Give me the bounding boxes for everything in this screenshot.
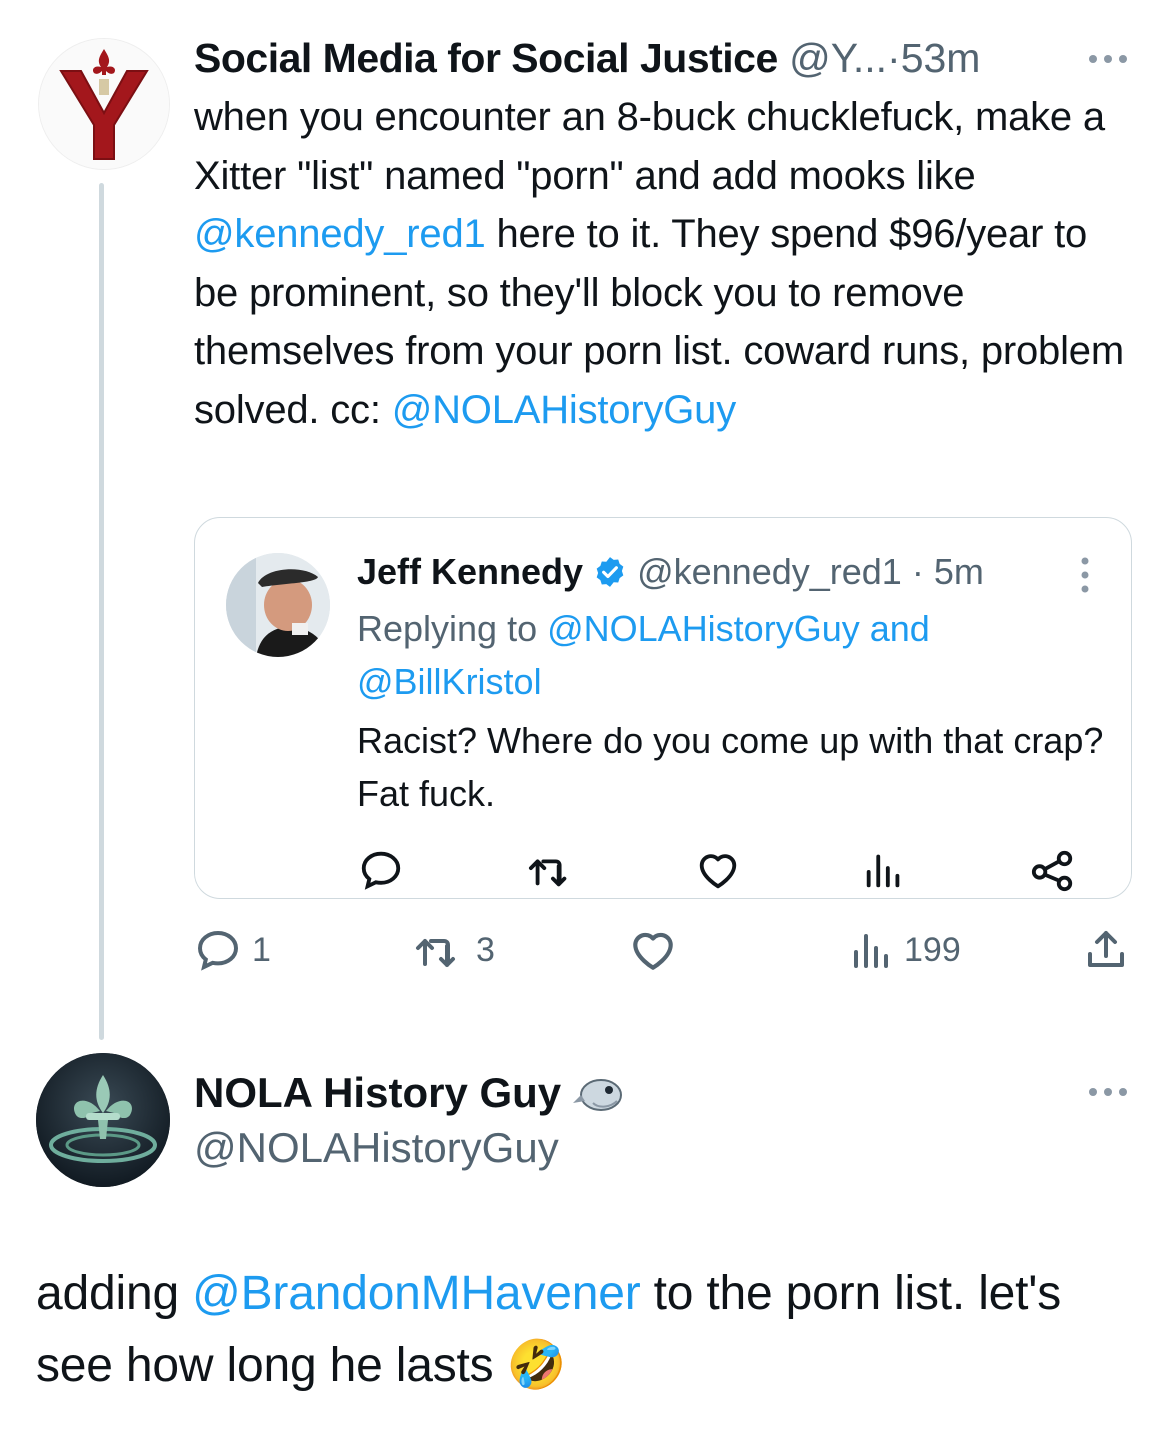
reply-bubble-icon[interactable] <box>358 847 404 893</box>
mention-link[interactable]: @NOLAHistoryGuy <box>392 388 737 432</box>
author-display-name[interactable]: Social Media for Social Justice <box>194 35 778 81</box>
person-photo-icon <box>226 553 330 657</box>
mention-link[interactable]: @BrandonMHavener <box>192 1267 641 1320</box>
bird-icon <box>573 1079 623 1111</box>
author-handle[interactable]: @NOLAHistoryGuy <box>194 1120 559 1176</box>
retweet-icon[interactable] <box>525 847 577 893</box>
fleur-de-lis-icon <box>36 1053 170 1187</box>
reply-count: 1 <box>252 930 271 969</box>
views-button[interactable]: 199 <box>850 924 961 976</box>
quoted-author-avatar[interactable] <box>226 553 330 657</box>
heart-icon <box>633 932 673 970</box>
quoted-time[interactable]: 5m <box>934 551 984 592</box>
tweet-time[interactable]: 53m <box>901 35 981 81</box>
retweet-count: 3 <box>476 930 495 969</box>
more-horizontal-icon[interactable] <box>1086 44 1130 74</box>
replying-and: and <box>859 608 930 649</box>
time-separator: · <box>887 35 901 81</box>
mention-link[interactable]: @NOLAHistoryGuy <box>547 608 860 649</box>
author-avatar[interactable] <box>38 38 170 170</box>
retweet-icon <box>416 939 455 967</box>
share-nodes-icon[interactable] <box>1030 847 1076 893</box>
views-bar-chart-icon[interactable] <box>862 847 906 893</box>
quoted-text: Racist? Where do you come up with that c… <box>357 720 1104 814</box>
tweet-text: adding <box>36 1267 193 1320</box>
author-handle[interactable]: @Y... <box>789 35 887 81</box>
time-separator: · <box>911 551 924 592</box>
verified-badge-icon <box>596 557 624 587</box>
replying-prefix: Replying to <box>357 608 548 649</box>
more-horizontal-icon[interactable] <box>1086 1077 1130 1107</box>
heart-icon[interactable] <box>695 847 741 893</box>
reply-button[interactable]: 1 <box>194 924 271 976</box>
rofl-emoji-icon: 🤣 <box>506 1339 567 1392</box>
more-vertical-icon[interactable] <box>1070 555 1100 595</box>
quoted-handle[interactable]: @kennedy_red1 <box>637 551 902 592</box>
tweet-header: Social Media for Social Justice @Y...·53… <box>194 30 1134 86</box>
replying-to: Replying to @NOLAHistoryGuy and @BillKri… <box>357 602 1097 708</box>
like-button[interactable] <box>628 924 678 976</box>
y-logo-icon <box>39 39 169 169</box>
views-bar-chart-icon <box>854 934 888 968</box>
mention-link[interactable]: @BillKristol <box>357 661 542 702</box>
quoted-display-name[interactable]: Jeff Kennedy <box>357 551 583 592</box>
thread-connector-line <box>99 183 104 1040</box>
tweet-body: when you encounter an 8-buck chucklefuck… <box>194 88 1134 439</box>
view-count: 199 <box>904 930 961 969</box>
quoted-header: Jeff Kennedy @kennedy_red1 · 5m <box>357 546 984 598</box>
tweet-text: when you encounter an 8-buck chucklefuck… <box>194 95 1116 198</box>
share-upload-icon <box>1088 931 1124 967</box>
tweet-body: adding @BrandonMHavener to the porn list… <box>36 1258 1136 1402</box>
author-display-name-row: NOLA History Guy <box>194 1064 625 1122</box>
retweet-button[interactable]: 3 <box>412 924 495 976</box>
reply-bubble-icon <box>197 930 239 971</box>
share-button[interactable] <box>1082 924 1130 976</box>
author-display-name[interactable]: NOLA History Guy <box>194 1064 561 1122</box>
author-avatar[interactable] <box>36 1053 170 1187</box>
mention-link[interactable]: @kennedy_red1 <box>194 212 486 256</box>
